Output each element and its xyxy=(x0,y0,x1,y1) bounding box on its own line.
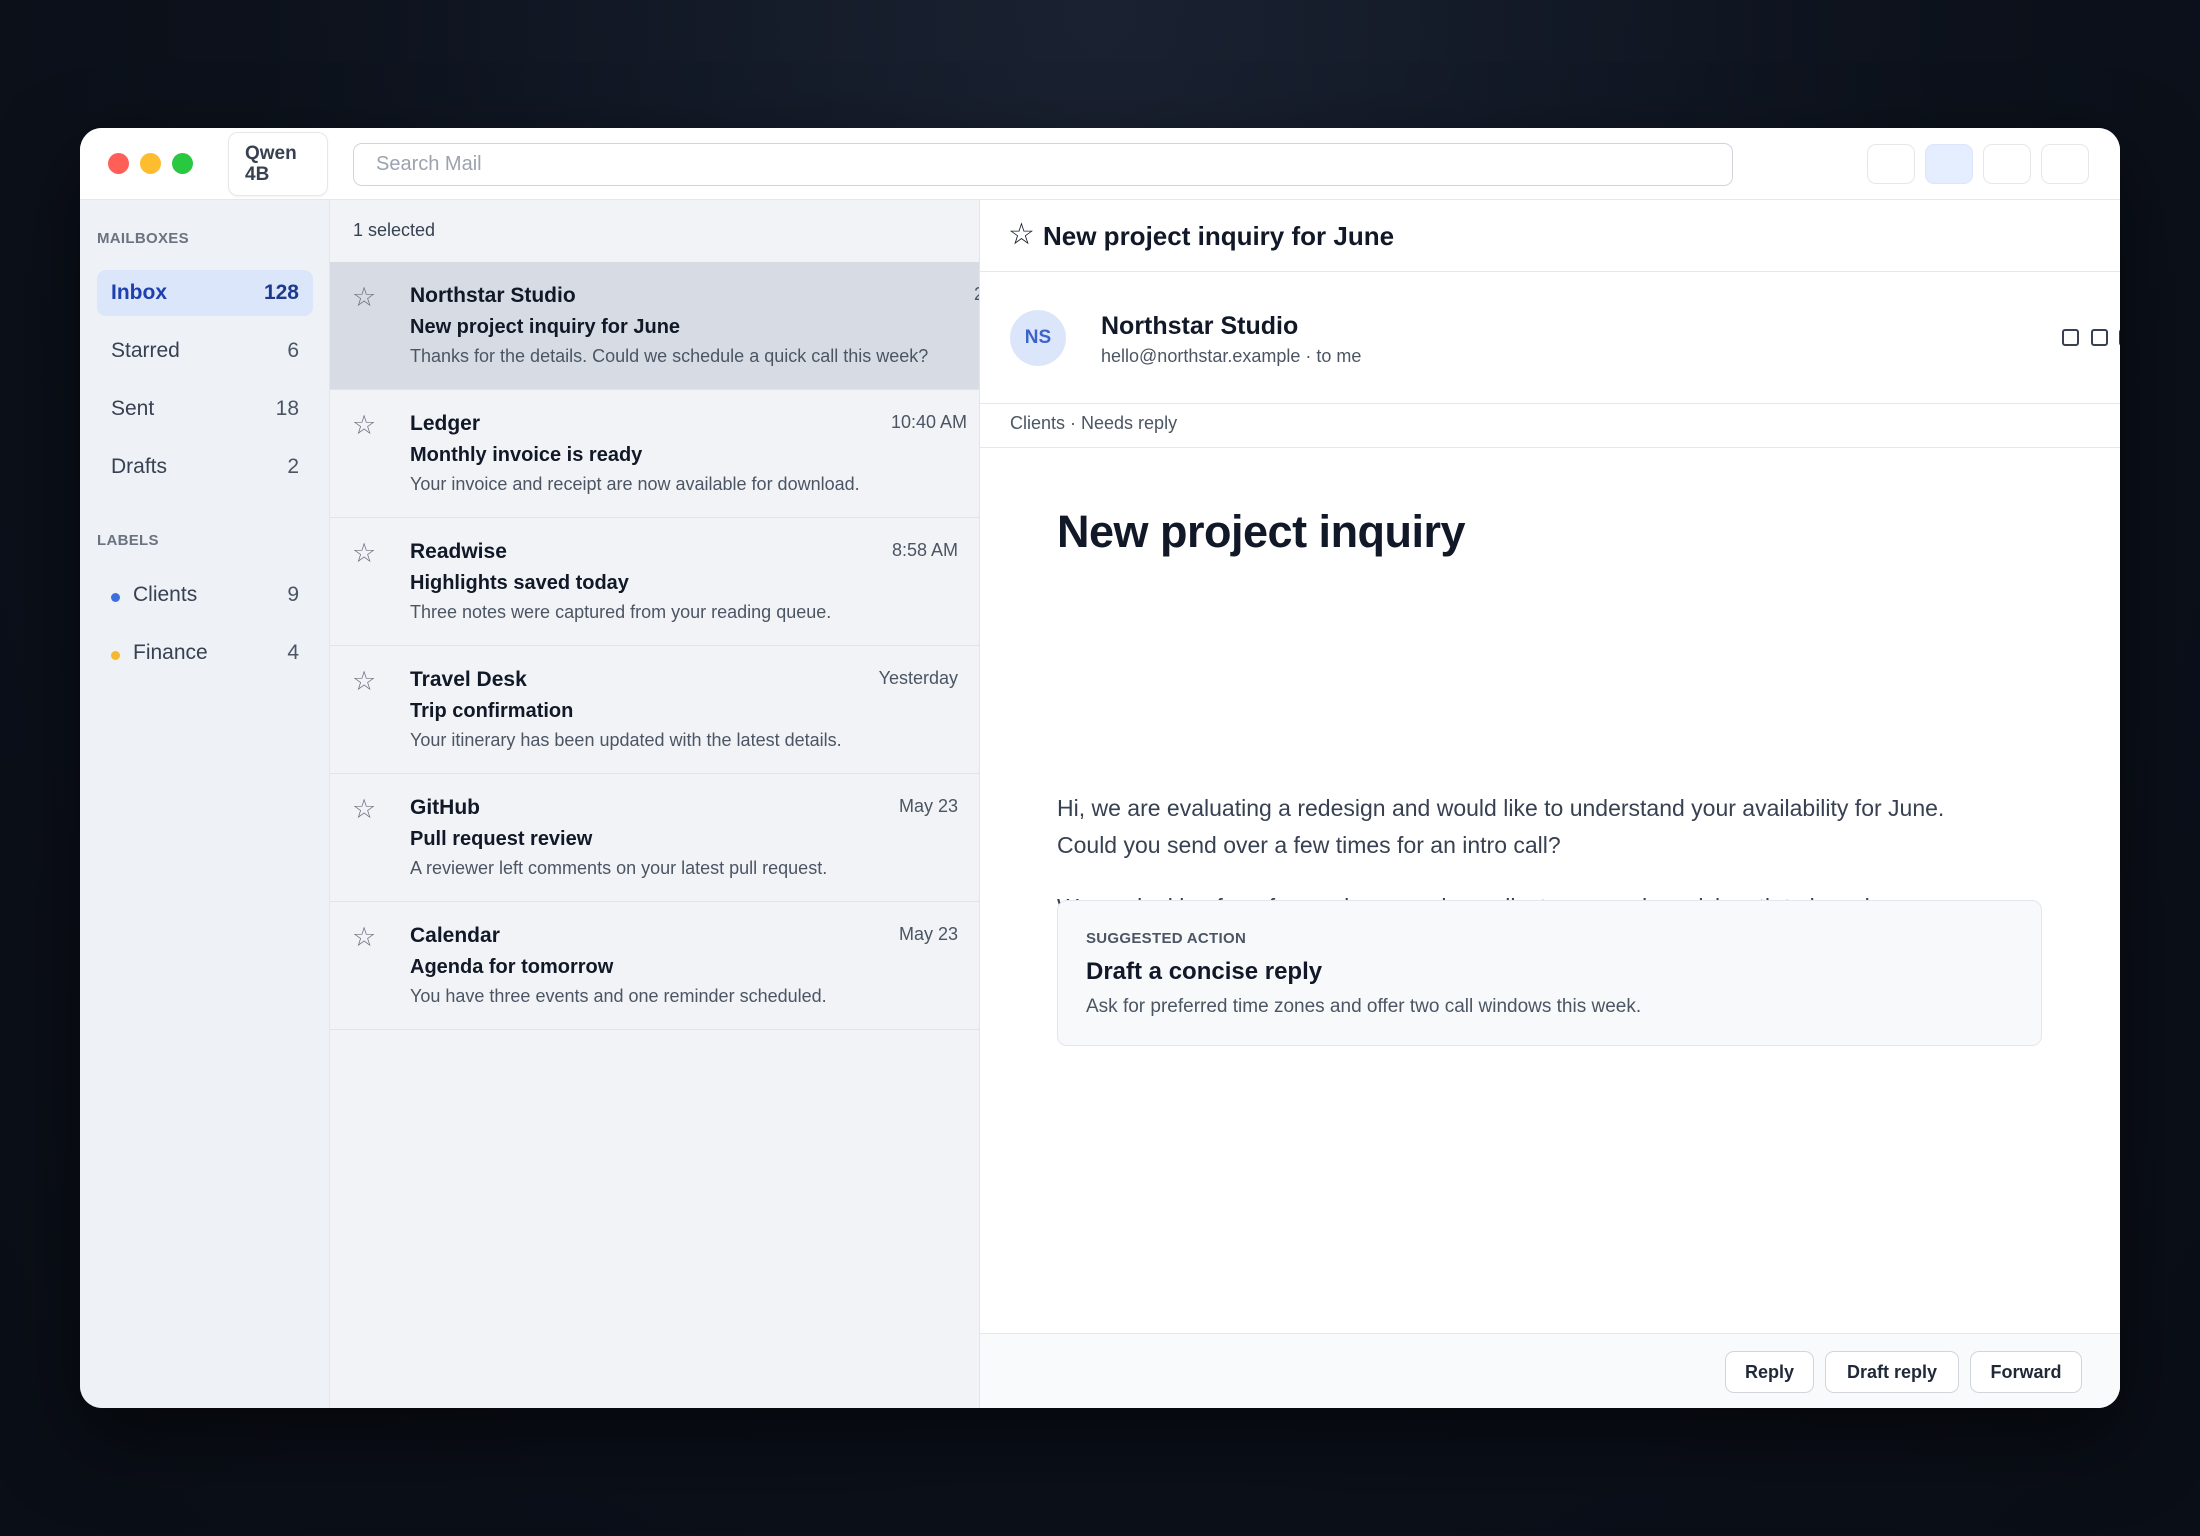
toolbar-button-2[interactable] xyxy=(1925,144,1973,184)
sender-meta: hello@northstar.example · to me xyxy=(1101,346,1362,366)
message-tags: Clients · Needs reply xyxy=(1010,413,1178,433)
sidebar-item-drafts[interactable]: Drafts 2 xyxy=(97,444,313,490)
avatar: NS xyxy=(1010,310,1066,366)
star-icon[interactable]: ☆ xyxy=(352,538,376,569)
message-time: 10:40 AM xyxy=(890,412,967,432)
sidebar-item-sent[interactable]: Sent 18 xyxy=(97,386,313,432)
message-row[interactable]: ☆ Calendar May 23 Agenda for tomorrow Yo… xyxy=(330,902,979,1030)
message-row[interactable]: ☆ GitHub May 23 Pull request review A re… xyxy=(330,774,979,902)
action-square-icon[interactable] xyxy=(2091,329,2108,346)
star-icon[interactable]: ☆ xyxy=(352,666,376,697)
star-icon[interactable]: ☆ xyxy=(352,794,376,825)
toolbar-button-4[interactable] xyxy=(2041,144,2089,184)
sidebar-item-label: Sent xyxy=(111,397,155,420)
reply-button[interactable]: Reply xyxy=(1725,1351,1814,1393)
sidebar: MAILBOXES Inbox 128 Starred 6 Sent 18 Dr… xyxy=(80,200,330,1408)
toolbar-button-1[interactable] xyxy=(1867,144,1915,184)
selection-count: 1 selected xyxy=(353,220,436,240)
suggested-action-desc: Ask for preferred time zones and offer t… xyxy=(1086,996,1642,1017)
app-badge: Qwen 4B xyxy=(228,132,328,196)
sidebar-item-label: Inbox xyxy=(111,281,167,304)
minimize-window-button[interactable] xyxy=(140,153,161,174)
mailboxes-heading: MAILBOXES xyxy=(97,230,189,247)
sidebar-item-starred[interactable]: Starred 6 xyxy=(97,328,313,374)
message-time: Yesterday xyxy=(878,668,958,688)
close-window-button[interactable] xyxy=(108,153,129,174)
body-heading: New project inquiry xyxy=(1057,506,1466,557)
message-subject: Trip confirmation xyxy=(410,700,574,722)
message-sender: Northstar Studio xyxy=(410,284,576,307)
message-subject: Agenda for tomorrow xyxy=(410,956,614,978)
forward-button[interactable]: Forward xyxy=(1970,1351,2082,1393)
body-paragraph-1-line-2: Could you send over a few times for an i… xyxy=(1057,832,1561,858)
label-dot-icon xyxy=(111,651,120,660)
label-dot-icon xyxy=(111,593,120,602)
toolbar-button-3[interactable] xyxy=(1983,144,2031,184)
suggested-action-card[interactable]: SUGGESTED ACTION Draft a concise reply A… xyxy=(1057,900,2042,1046)
message-row[interactable]: ☆ Northstar Studio 2 New project inquiry… xyxy=(330,262,979,390)
message-preview: Your invoice and receipt are now availab… xyxy=(410,474,860,494)
message-sender: Readwise xyxy=(410,540,507,563)
sidebar-item-count: 9 xyxy=(287,583,299,606)
message-time: May 23 xyxy=(898,924,958,944)
message-preview: Thanks for the details. Could we schedul… xyxy=(410,346,929,366)
message-sender: Ledger xyxy=(410,412,481,435)
sidebar-item-label: Starred xyxy=(111,339,180,362)
suggested-action-kicker: SUGGESTED ACTION xyxy=(1086,930,1247,947)
sidebar-item-count: 6 xyxy=(287,339,299,362)
message-list: 1 selected ☆ Northstar Studio 2 New proj… xyxy=(330,200,980,1408)
sidebar-item-label: Finance xyxy=(133,641,208,664)
message-preview: A reviewer left comments on your latest … xyxy=(410,858,828,878)
message-row[interactable]: ☆ Readwise 8:58 AM Highlights saved toda… xyxy=(330,518,979,646)
star-icon[interactable]: ☆ xyxy=(352,410,376,441)
message-preview: You have three events and one reminder s… xyxy=(410,986,827,1006)
sender-name: Northstar Studio xyxy=(1101,312,1299,340)
reply-toolbar: Reply Draft reply Forward xyxy=(980,1333,2120,1408)
message-sender: GitHub xyxy=(410,796,480,819)
sidebar-item-count: 2 xyxy=(287,455,299,478)
maximize-window-button[interactable] xyxy=(172,153,193,174)
sender-header: NS Northstar Studio hello@northstar.exam… xyxy=(980,272,2120,404)
title-bar: Qwen 4B xyxy=(80,128,2120,200)
sidebar-item-count: 4 xyxy=(287,641,299,664)
draft-reply-button[interactable]: Draft reply xyxy=(1825,1351,1959,1393)
message-row[interactable]: ☆ Travel Desk Yesterday Trip confirmatio… xyxy=(330,646,979,774)
sidebar-item-inbox[interactable]: Inbox 128 xyxy=(97,270,313,316)
message-sender: Calendar xyxy=(410,924,500,947)
reading-pane: ☆ New project inquiry for June NS Norths… xyxy=(980,200,2120,1408)
mail-window: Qwen 4B MAILBOXES Inbox 128 Starred 6 Se… xyxy=(80,128,2120,1408)
action-square-icon[interactable] xyxy=(2062,329,2079,346)
message-subject: Highlights saved today xyxy=(410,572,629,594)
sidebar-label-finance[interactable]: Finance 4 xyxy=(97,630,313,676)
message-preview: Three notes were captured from your read… xyxy=(410,602,832,622)
message-time: 8:58 AM xyxy=(891,540,958,560)
tags-row: Clients · Needs reply xyxy=(980,404,2120,448)
suggested-action-title: Draft a concise reply xyxy=(1086,958,1323,985)
labels-heading: LABELS xyxy=(97,532,159,549)
message-preview: Your itinerary has been updated with the… xyxy=(410,730,842,750)
message-title: New project inquiry for June xyxy=(1043,221,1395,251)
star-icon[interactable]: ☆ xyxy=(352,922,376,953)
search-input[interactable] xyxy=(353,143,1733,186)
sidebar-item-label: Clients xyxy=(133,583,198,606)
message-subject: Monthly invoice is ready xyxy=(410,444,643,466)
message-row[interactable]: ☆ Ledger 10:40 AM Monthly invoice is rea… xyxy=(330,390,979,518)
message-title-bar: ☆ New project inquiry for June xyxy=(980,200,2120,272)
sidebar-label-clients[interactable]: Clients 9 xyxy=(97,572,313,618)
message-subject: Pull request review xyxy=(410,828,593,850)
message-subject: New project inquiry for June xyxy=(410,316,681,338)
sidebar-item-count: 128 xyxy=(263,281,299,304)
message-time: May 23 xyxy=(898,796,958,816)
star-icon[interactable]: ☆ xyxy=(352,282,376,313)
message-sender: Travel Desk xyxy=(410,668,527,691)
sidebar-item-count: 18 xyxy=(275,397,299,420)
star-icon[interactable]: ☆ xyxy=(1008,217,1035,252)
action-square-icon[interactable] xyxy=(2119,329,2120,346)
sidebar-item-label: Drafts xyxy=(111,455,168,478)
body-paragraph-1-line-1: Hi, we are evaluating a redesign and wou… xyxy=(1057,795,1945,821)
